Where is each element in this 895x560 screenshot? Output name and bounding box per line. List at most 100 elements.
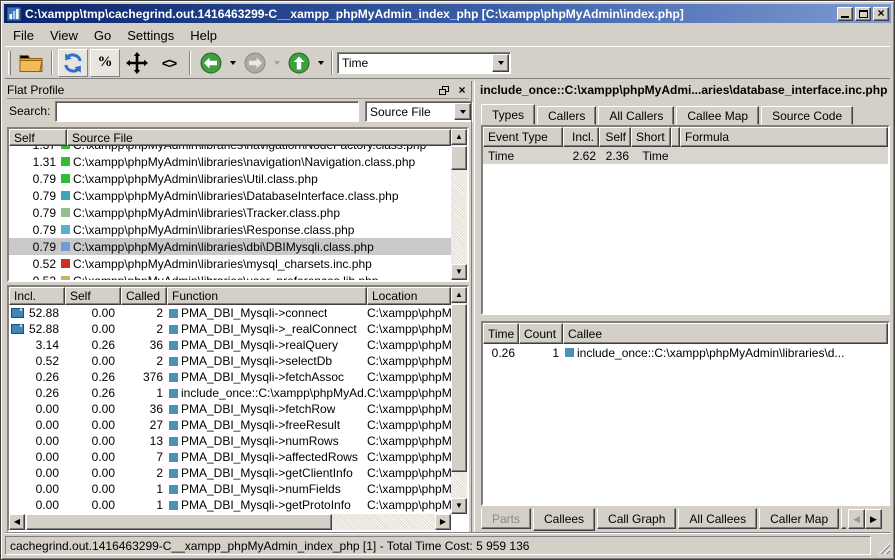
function-table-vscrollbar[interactable]: ▲ ▼: [451, 287, 467, 514]
scrollbar-thumb[interactable]: [451, 146, 467, 170]
tab-scroll-right-button[interactable]: ▶: [865, 509, 882, 529]
column-header-blank[interactable]: [671, 127, 680, 147]
scroll-right-button[interactable]: ▶: [435, 514, 451, 530]
dock-close-button[interactable]: ×: [455, 84, 469, 97]
tab-types[interactable]: Types: [481, 104, 535, 125]
function-row[interactable]: 0.000.007PMA_DBI_Mysqli->affectedRowsC:\…: [9, 449, 451, 465]
tab-callees[interactable]: Callees: [533, 508, 595, 531]
scroll-up-button[interactable]: ▲: [451, 129, 467, 145]
menu-file[interactable]: File: [5, 25, 42, 46]
function-row[interactable]: 0.520.002PMA_DBI_Mysqli->selectDbC:\xamp…: [9, 353, 451, 369]
function-self-value: 0.00: [65, 450, 121, 464]
function-row[interactable]: 3.140.2636PMA_DBI_Mysqli->realQueryC:\xa…: [9, 337, 451, 353]
function-row[interactable]: 0.000.002PMA_DBI_Mysqli->getClientInfoC:…: [9, 465, 451, 481]
source-file-row[interactable]: 0.79C:\xampp\phpMyAdmin\libraries\Databa…: [9, 187, 451, 204]
tab-call-graph[interactable]: Call Graph: [597, 508, 676, 529]
source-table-vscrollbar[interactable]: ▲ ▼: [451, 129, 467, 280]
menu-settings[interactable]: Settings: [119, 25, 182, 46]
resize-grip[interactable]: [876, 540, 890, 554]
scroll-left-button[interactable]: ◀: [9, 514, 25, 530]
column-header-self[interactable]: Self: [9, 129, 67, 146]
combo-dropdown-button[interactable]: [492, 54, 509, 72]
dock-titlebar[interactable]: Flat Profile ×: [7, 82, 469, 99]
forward-dropdown-arrow[interactable]: [271, 49, 283, 77]
scroll-up-button[interactable]: ▲: [451, 287, 467, 303]
function-row[interactable]: 0.000.0027PMA_DBI_Mysqli->freeResultC:\x…: [9, 417, 451, 433]
up-dropdown-arrow[interactable]: [315, 49, 327, 77]
title-bar[interactable]: C:\xampp\tmp\cachegrind.out.1416463299-C…: [4, 4, 891, 23]
toolbar-grip[interactable]: [8, 51, 11, 75]
function-row[interactable]: 0.260.26376PMA_DBI_Mysqli->fetchAssocC:\…: [9, 369, 451, 385]
scroll-down-button[interactable]: ▼: [451, 264, 467, 280]
function-row[interactable]: 0.000.001PMA_DBI_Mysqli->getProtoInfoC:\…: [9, 497, 451, 513]
event-type-selector[interactable]: Time: [337, 52, 511, 74]
source-file-row[interactable]: 0.79C:\xampp\phpMyAdmin\libraries\Util.c…: [9, 170, 451, 187]
function-table-hscrollbar[interactable]: ◀ ▶: [9, 514, 451, 530]
back-dropdown-arrow[interactable]: [227, 49, 239, 77]
function-row[interactable]: 0.000.0036PMA_DBI_Mysqli->fetchRowC:\xam…: [9, 401, 451, 417]
column-header-location[interactable]: Location: [367, 287, 451, 305]
close-button[interactable]: ×: [873, 7, 889, 21]
column-header-incl[interactable]: Incl.: [563, 127, 599, 147]
column-header-self[interactable]: Self: [65, 287, 121, 305]
maximize-button[interactable]: [855, 7, 871, 21]
event-type-row[interactable]: Time 2.62 2.36 Time: [483, 147, 888, 164]
scrollbar-thumb[interactable]: [26, 514, 332, 530]
source-file-row[interactable]: 0.79C:\xampp\phpMyAdmin\libraries\Tracke…: [9, 204, 451, 221]
close-icon: ×: [458, 84, 465, 96]
combo-dropdown-button[interactable]: [454, 103, 471, 120]
shorten-templates-button[interactable]: <>: [154, 49, 184, 77]
column-header-formula[interactable]: Formula: [680, 127, 888, 147]
column-header-called[interactable]: Called: [121, 287, 167, 305]
tab-machine[interactable]: Machine: [841, 508, 846, 529]
back-button[interactable]: [196, 49, 226, 77]
tab-all-callees[interactable]: All Callees: [678, 508, 757, 529]
source-file-row[interactable]: 0.52C:\xampp\phpMyAdmin\libraries\user_p…: [9, 272, 451, 280]
dock-float-button[interactable]: [437, 84, 451, 97]
panel-splitter[interactable]: [471, 81, 475, 533]
scrollbar-thumb[interactable]: [451, 304, 467, 472]
search-input[interactable]: [55, 101, 359, 122]
open-file-button[interactable]: [16, 49, 46, 77]
function-row[interactable]: 52.880.002PMA_DBI_Mysqli->_realConnectC:…: [9, 321, 451, 337]
tab-callee-map[interactable]: Callee Map: [676, 106, 759, 125]
grouping-selector[interactable]: Source File: [365, 101, 473, 122]
source-file-row[interactable]: 1.31C:\xampp\phpMyAdmin\libraries\naviga…: [9, 153, 451, 170]
function-row[interactable]: 0.000.001PMA_DBI_Mysqli->numFieldsC:\xam…: [9, 481, 451, 497]
column-header-function[interactable]: Function: [167, 287, 367, 305]
column-header-callee[interactable]: Callee: [563, 323, 888, 344]
source-file-row[interactable]: 0.79C:\xampp\phpMyAdmin\libraries\Respon…: [9, 221, 451, 238]
minimize-button[interactable]: [837, 7, 853, 21]
tab-source-code[interactable]: Source Code: [761, 106, 853, 125]
tab-parts[interactable]: Parts: [481, 508, 531, 529]
column-header-source-file[interactable]: Source File: [67, 129, 451, 146]
source-file-row[interactable]: 0.79C:\xampp\phpMyAdmin\libraries\dbi\DB…: [9, 238, 451, 255]
function-incl-value: 0.00: [9, 482, 65, 496]
source-file-row[interactable]: 0.52C:\xampp\phpMyAdmin\libraries\mysql_…: [9, 255, 451, 272]
column-header-time[interactable]: Time: [483, 323, 519, 344]
forward-button[interactable]: [240, 49, 270, 77]
relative-cost-button[interactable]: [122, 49, 152, 77]
chevron-down-icon: [498, 61, 504, 65]
function-row[interactable]: 0.000.0013PMA_DBI_Mysqli->numRowsC:\xamp…: [9, 433, 451, 449]
menu-help[interactable]: Help: [182, 25, 225, 46]
tab-all-callers[interactable]: All Callers: [598, 106, 674, 125]
column-header-event-type[interactable]: Event Type: [483, 127, 563, 147]
column-header-incl[interactable]: Incl.: [9, 287, 65, 305]
scroll-down-button[interactable]: ▼: [451, 498, 467, 514]
column-header-short[interactable]: Short: [631, 127, 671, 147]
tab-scroll-left-button[interactable]: ◀: [848, 509, 865, 529]
callee-row[interactable]: 0.26 1 include_once::C:\xampp\phpMyAdmin…: [483, 344, 888, 361]
menu-view[interactable]: View: [42, 25, 86, 46]
column-header-count[interactable]: Count: [519, 323, 563, 344]
column-header-self[interactable]: Self: [599, 127, 631, 147]
tab-caller-map[interactable]: Caller Map: [759, 508, 839, 529]
reload-button[interactable]: [58, 49, 88, 77]
percent-toggle-button[interactable]: %: [90, 49, 120, 77]
menu-go[interactable]: Go: [86, 25, 119, 46]
function-row[interactable]: 52.880.002PMA_DBI_Mysqli->connectC:\xamp…: [9, 305, 451, 321]
up-button[interactable]: [284, 49, 314, 77]
source-file-row[interactable]: 1.37C:\xampp\phpMyAdmin\libraries\naviga…: [9, 146, 451, 153]
function-row[interactable]: 0.260.261include_once::C:\xampp\phpMyAd.…: [9, 385, 451, 401]
tab-callers[interactable]: Callers: [537, 106, 596, 125]
